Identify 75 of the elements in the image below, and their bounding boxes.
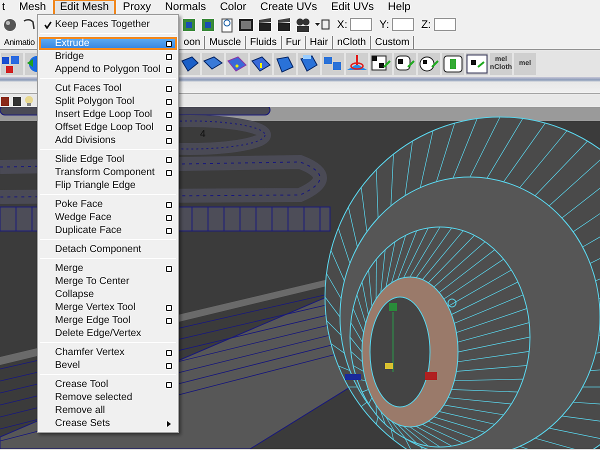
shelf-tab[interactable]: nCloth bbox=[333, 36, 371, 49]
sphere-icon[interactable] bbox=[2, 16, 18, 32]
film-reel-icon[interactable] bbox=[295, 16, 311, 32]
option-box[interactable] bbox=[166, 124, 172, 130]
menu-bar-item[interactable]: Color bbox=[212, 0, 254, 16]
option-box[interactable] bbox=[166, 112, 172, 118]
option-box[interactable] bbox=[166, 86, 172, 92]
menu-item[interactable]: Delete Edge/Vertex bbox=[39, 327, 177, 340]
option-box[interactable] bbox=[166, 304, 172, 310]
option-box[interactable] bbox=[166, 214, 172, 220]
coordinate-label: X: bbox=[337, 18, 348, 30]
menu-bar-item[interactable]: Proxy bbox=[116, 0, 158, 16]
option-box[interactable] bbox=[166, 54, 172, 60]
menu-item[interactable]: Bevel bbox=[39, 359, 177, 372]
menu-item[interactable]: Offset Edge Loop Tool bbox=[39, 121, 177, 134]
menu-bar-item[interactable]: Create UVs bbox=[253, 0, 324, 16]
menu-item[interactable]: Merge Edge Tool bbox=[39, 314, 177, 327]
menu-item[interactable]: Merge bbox=[39, 262, 177, 275]
menu-item[interactable]: Crease Tool bbox=[39, 378, 177, 391]
option-box[interactable] bbox=[166, 40, 172, 46]
menu-item[interactable]: Transform Component bbox=[39, 166, 177, 179]
coordinate-field[interactable] bbox=[434, 18, 456, 31]
shelf-tab[interactable]: Custom bbox=[370, 36, 414, 49]
shelf-tab[interactable]: Muscle bbox=[205, 36, 246, 49]
menu-item[interactable]: Flip Triangle Edge bbox=[39, 179, 177, 192]
shelf-tab[interactable]: Hair bbox=[306, 36, 334, 49]
coordinate-label: Z: bbox=[421, 18, 431, 30]
menu-bar-item[interactable]: Mesh bbox=[12, 0, 53, 16]
option-box[interactable] bbox=[166, 350, 172, 356]
option-box[interactable] bbox=[166, 382, 172, 388]
menu-item[interactable]: Slide Edge Tool bbox=[39, 153, 177, 166]
shelf-tab[interactable]: Animatio bbox=[3, 36, 35, 49]
menu-bar-item[interactable]: Normals bbox=[158, 0, 213, 16]
monitor-icon[interactable] bbox=[238, 16, 254, 32]
menu-item[interactable]: Detach Component bbox=[39, 243, 177, 256]
option-box[interactable] bbox=[166, 66, 172, 72]
menu-bar-item[interactable]: Help bbox=[380, 0, 418, 16]
option-box[interactable] bbox=[166, 202, 172, 208]
option-box[interactable] bbox=[166, 228, 172, 234]
menu-item[interactable]: Merge Vertex Tool bbox=[39, 301, 177, 314]
menu-bar-item[interactable]: Edit UVs bbox=[324, 0, 381, 16]
menu-item[interactable]: Poke Face bbox=[39, 198, 177, 211]
menu-item[interactable]: Remove all bbox=[39, 404, 177, 417]
menu-item[interactable]: Duplicate Face bbox=[39, 224, 177, 237]
cube-icon[interactable] bbox=[178, 52, 200, 74]
shelf-tab[interactable]: Fluids bbox=[246, 36, 282, 49]
option-box[interactable] bbox=[166, 156, 172, 162]
box-icon[interactable] bbox=[0, 94, 10, 106]
option-box[interactable] bbox=[166, 138, 172, 144]
menu-item[interactable]: Collapse bbox=[39, 288, 177, 301]
clapboard-icon[interactable] bbox=[257, 16, 273, 32]
menu-bar-item[interactable]: t bbox=[0, 0, 12, 16]
shelf-tab[interactable]: Fur bbox=[282, 36, 306, 49]
menu-item[interactable]: Bridge bbox=[39, 50, 177, 63]
clapboard-icon[interactable] bbox=[276, 16, 292, 32]
menu-item[interactable]: Add Divisions bbox=[39, 134, 177, 147]
snap-icon[interactable] bbox=[314, 16, 330, 32]
option-box[interactable] bbox=[166, 170, 172, 176]
submenu-arrow-icon bbox=[167, 420, 171, 426]
option-box[interactable] bbox=[166, 362, 172, 368]
option-box[interactable] bbox=[166, 98, 172, 104]
shapes-icon[interactable] bbox=[1, 52, 23, 74]
menu-item[interactable]: Remove selected bbox=[39, 391, 177, 404]
pivot-icon[interactable] bbox=[346, 52, 368, 74]
coordinate-label: Y: bbox=[379, 18, 390, 30]
coordinate-field[interactable] bbox=[392, 18, 414, 31]
coordinate-field[interactable] bbox=[350, 18, 372, 31]
menu-item[interactable]: Chamfer Vertex bbox=[39, 346, 177, 359]
menu-item[interactable]: Append to Polygon Tool bbox=[39, 63, 177, 76]
option-box[interactable] bbox=[166, 318, 172, 324]
option-box[interactable] bbox=[166, 266, 172, 272]
menu-item[interactable]: Cut Faces Tool bbox=[39, 82, 177, 95]
menu-item[interactable]: Merge To Center bbox=[39, 275, 177, 288]
menu-item[interactable]: Keep Faces Together bbox=[39, 18, 177, 31]
menu-item[interactable]: Crease Sets bbox=[39, 417, 177, 430]
